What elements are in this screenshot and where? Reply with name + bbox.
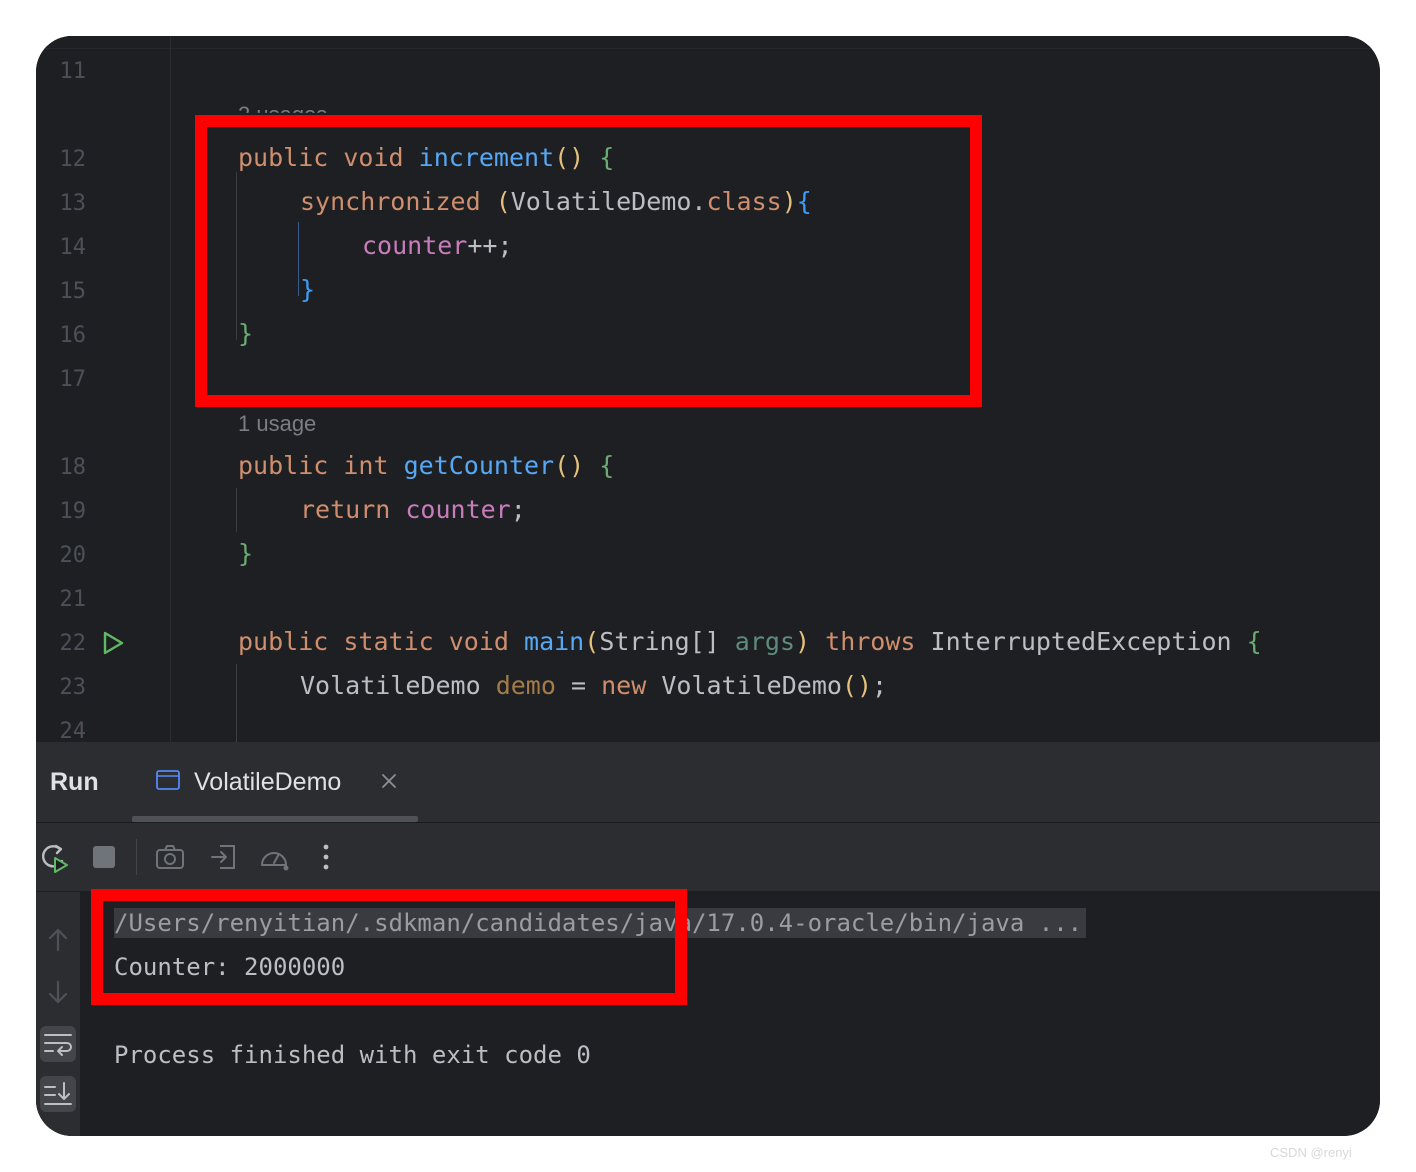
- scroll-to-end-icon[interactable]: [40, 1076, 76, 1112]
- line-number: 23: [59, 675, 87, 700]
- parameter-name: args: [734, 627, 796, 656]
- arrow-down-icon[interactable]: [40, 974, 76, 1010]
- restore-layout-icon[interactable]: [208, 841, 240, 873]
- console-exit-line: Process finished with exit code 0: [114, 1041, 591, 1069]
- field-name: counter: [405, 495, 511, 524]
- operator: =: [570, 671, 587, 700]
- line-number: 11: [59, 59, 87, 84]
- tab-selected-indicator: [132, 816, 418, 822]
- type-name: InterruptedException: [930, 627, 1232, 656]
- toolbar-separator: [136, 839, 137, 875]
- gutter-separator: [170, 36, 171, 742]
- line-number: 12: [59, 147, 87, 172]
- rerun-icon[interactable]: [38, 841, 70, 873]
- camera-icon[interactable]: [154, 841, 186, 873]
- console-side-toolbar: [36, 892, 80, 1136]
- run-header: Run VolatileDemo: [36, 742, 1380, 823]
- keyword: public: [238, 451, 329, 480]
- run-title[interactable]: Run: [50, 768, 99, 797]
- brace: }: [238, 539, 254, 568]
- semicolon: ;: [872, 671, 888, 700]
- code-line-20: }: [238, 540, 253, 568]
- tab-volatile-demo[interactable]: VolatileDemo: [132, 742, 418, 822]
- highlight-box-output: [91, 889, 687, 1005]
- line-number: 21: [59, 587, 87, 612]
- usages-hint[interactable]: 1 usage: [238, 411, 316, 437]
- close-icon[interactable]: [378, 770, 400, 792]
- line-number: 14: [59, 235, 87, 260]
- highlight-box-increment: [195, 115, 982, 407]
- keyword: public: [238, 627, 329, 656]
- local-variable: demo: [495, 671, 556, 700]
- line-number: 15: [59, 279, 87, 304]
- tab-label: VolatileDemo: [194, 768, 342, 796]
- line-number: 16: [59, 323, 87, 348]
- run-gutter-icon[interactable]: [100, 630, 126, 656]
- indent-guide: [236, 488, 237, 532]
- brace: {: [599, 451, 615, 480]
- keyword: int: [343, 451, 389, 480]
- type-name: VolatileDemo: [300, 671, 481, 700]
- type-name: VolatileDemo: [661, 671, 842, 700]
- line-number: 17: [59, 367, 87, 392]
- type-name: String[]: [599, 627, 720, 656]
- profiler-icon[interactable]: [258, 841, 290, 873]
- code-line-23: VolatileDemo demo = new VolatileDemo();: [300, 672, 887, 700]
- line-number: 20: [59, 543, 87, 568]
- code-line-22: public static void main(String[] args) t…: [238, 628, 1262, 656]
- parens: (): [841, 671, 873, 700]
- line-number: 13: [59, 191, 87, 216]
- method-name: main: [524, 627, 585, 656]
- keyword: new: [601, 671, 647, 700]
- more-vertical-icon[interactable]: [310, 841, 342, 873]
- indent-guide: [236, 664, 237, 742]
- cut-off-line: [36, 36, 1380, 49]
- code-line-19: return counter;: [300, 496, 526, 524]
- method-name: getCounter: [403, 451, 555, 480]
- console-window-icon: [156, 770, 180, 790]
- paren: (: [584, 627, 600, 656]
- brace: {: [1246, 627, 1262, 656]
- keyword: throws: [825, 627, 916, 656]
- line-number: 19: [59, 499, 87, 524]
- soft-wrap-icon[interactable]: [40, 1026, 76, 1062]
- keyword: return: [300, 495, 391, 524]
- semicolon: ;: [510, 495, 526, 524]
- arrow-up-icon[interactable]: [40, 922, 76, 958]
- watermark: CSDN @renyi: [1270, 1145, 1352, 1160]
- keyword: void: [448, 627, 509, 656]
- line-number: 24: [59, 719, 87, 742]
- parens: (): [554, 451, 585, 480]
- code-line-18: public int getCounter() {: [238, 452, 614, 480]
- stop-icon[interactable]: [88, 841, 120, 873]
- line-number: 22: [59, 631, 87, 656]
- run-toolbar: [36, 823, 1380, 891]
- keyword: static: [343, 627, 434, 656]
- paren: ): [795, 627, 811, 656]
- line-number: 18: [59, 455, 87, 480]
